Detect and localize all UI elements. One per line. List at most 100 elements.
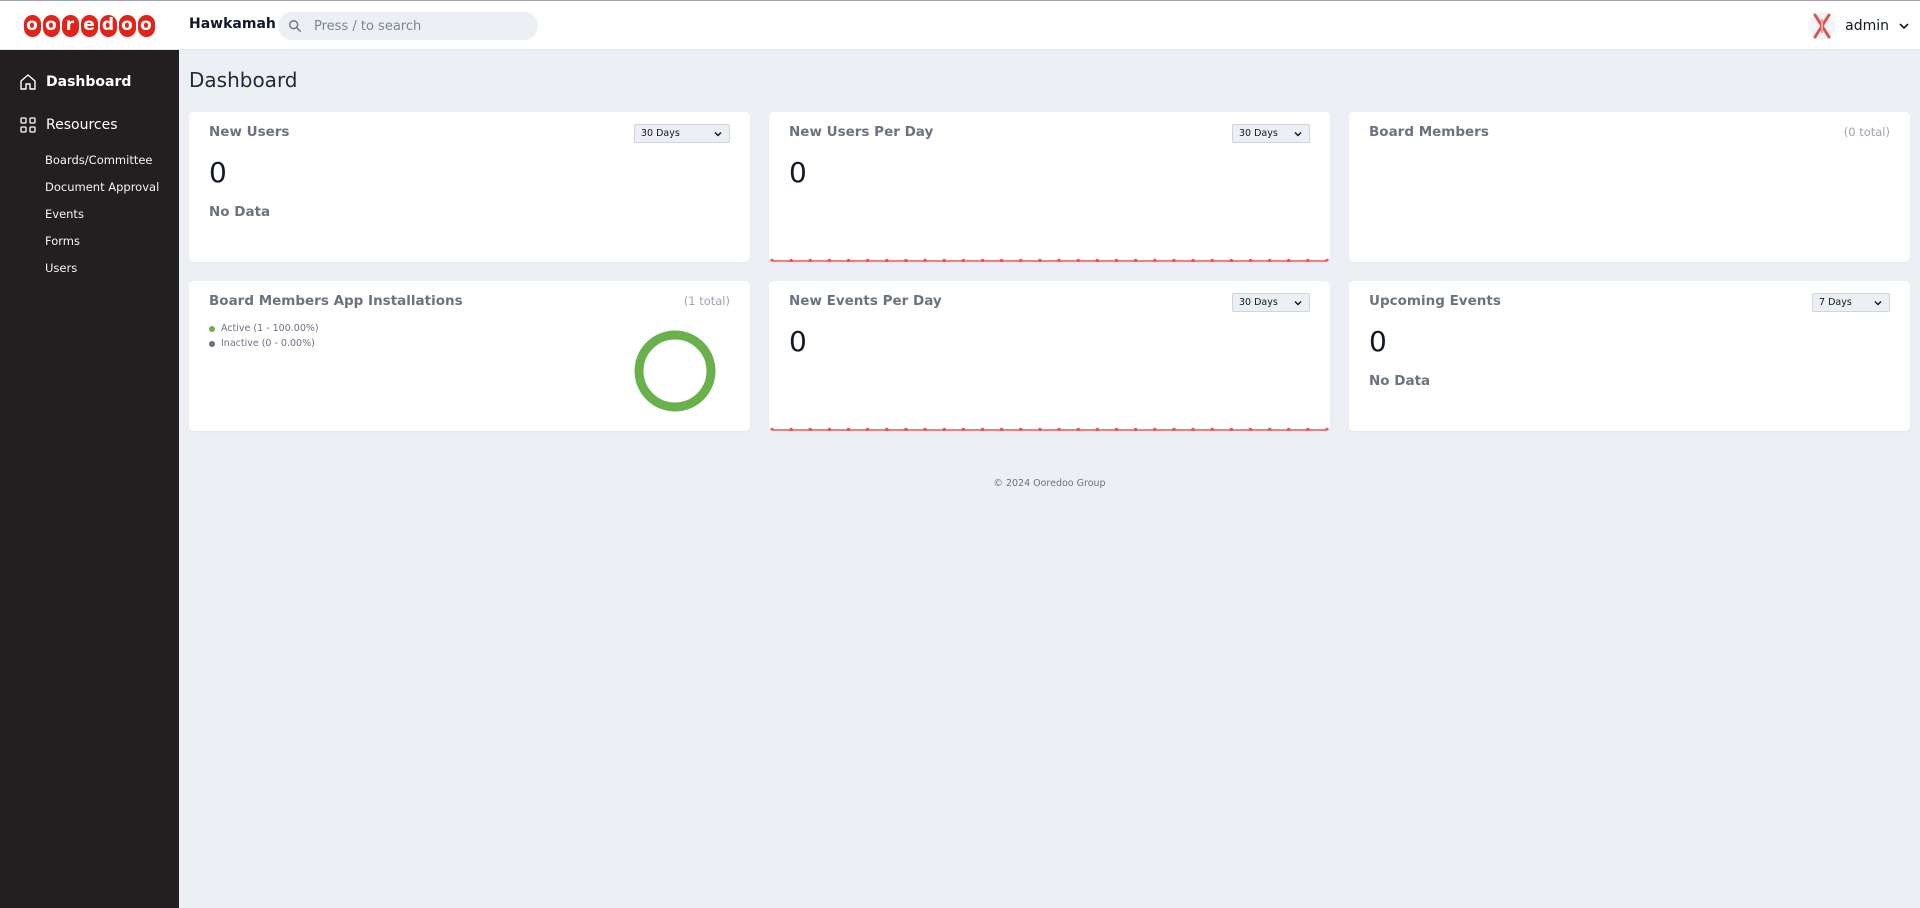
ooredoo-logo[interactable]: ooredoo xyxy=(0,1,178,51)
sparkline-point xyxy=(1210,427,1214,431)
logo-letter: o xyxy=(137,15,155,37)
sidebar-item-label: Dashboard xyxy=(46,74,132,90)
sidebar-item-resources[interactable]: Resources xyxy=(0,113,118,137)
top-bar: ooredoo Hawkamah admin xyxy=(0,0,1920,50)
card-app-installations: Board Members App Installations (1 total… xyxy=(189,281,750,431)
sparkline-point xyxy=(1133,427,1138,431)
sparkline-point xyxy=(865,258,870,262)
logo-letter: o xyxy=(118,15,136,37)
sparkline-point xyxy=(1152,427,1157,431)
footer-copyright: © 2024 Ooredoo Group xyxy=(993,478,1106,489)
total-count: (1 total) xyxy=(683,294,730,308)
sparkline-point xyxy=(1114,427,1119,431)
home-icon xyxy=(20,74,36,90)
range-value: 30 Days xyxy=(641,128,680,139)
card-title: Upcoming Events xyxy=(1369,293,1501,309)
sparkline-point xyxy=(1095,427,1100,431)
sparkline-point xyxy=(827,427,832,431)
logo-letter: d xyxy=(99,15,117,37)
sparkline-point xyxy=(904,427,908,431)
card-upcoming-events: Upcoming Events 7 Days 0 No Data xyxy=(1349,281,1910,431)
legend-item-inactive[interactable]: Inactive (0 - 0.00%) xyxy=(209,336,319,351)
chevron-down-icon xyxy=(1874,300,1882,306)
logo-letter: o xyxy=(23,15,41,37)
sparkline-point xyxy=(1114,258,1119,262)
card-title: New Users xyxy=(209,124,290,140)
metric-value: 0 xyxy=(789,156,807,189)
range-select[interactable]: 30 Days xyxy=(1232,293,1310,312)
sparkline-point xyxy=(999,427,1004,431)
donut-slice-active[interactable] xyxy=(634,330,716,412)
logo-letter: r xyxy=(61,15,79,37)
sidebar-item-dashboard[interactable]: Dashboard xyxy=(0,70,131,94)
search-input[interactable] xyxy=(314,18,514,34)
avatar-icon xyxy=(1813,13,1831,39)
sidebar-item-document-approval[interactable]: Document Approval xyxy=(45,180,159,194)
sparkline-point xyxy=(885,258,889,262)
chevron-down-icon xyxy=(714,131,722,137)
sidebar-item-users[interactable]: Users xyxy=(45,261,77,275)
chevron-down-icon xyxy=(1294,131,1302,137)
sparkline-point xyxy=(961,427,966,431)
sparkline-point xyxy=(1038,427,1042,431)
sparkline-point xyxy=(1286,427,1291,431)
sparkline-point xyxy=(1076,427,1081,431)
no-data-label: No Data xyxy=(1369,373,1431,389)
sparkline-point xyxy=(885,427,889,431)
card-title: New Users Per Day xyxy=(789,124,934,140)
page-title: Dashboard xyxy=(189,68,298,92)
card-new-events-per-day: New Events Per Day 30 Days 0 xyxy=(769,281,1330,431)
sparkline-chart xyxy=(769,427,1330,431)
sparkline-point xyxy=(1267,258,1272,262)
search-box[interactable] xyxy=(278,12,538,40)
sparkline-point xyxy=(1267,427,1272,431)
range-value: 7 Days xyxy=(1819,297,1852,308)
sparkline-point xyxy=(827,258,832,262)
sparkline-point xyxy=(1306,258,1310,262)
legend-label: Active (1 - 100.00%) xyxy=(221,323,319,334)
card-board-members: Board Members (0 total) xyxy=(1349,112,1910,262)
chevron-down-icon xyxy=(1294,300,1302,306)
sparkline-point xyxy=(1172,258,1176,262)
avatar xyxy=(1808,12,1837,40)
sparkline-point xyxy=(789,258,793,262)
card-title: New Events Per Day xyxy=(789,293,942,309)
range-select[interactable]: 7 Days xyxy=(1812,293,1890,312)
donut-chart xyxy=(634,330,716,412)
sparkline-chart xyxy=(769,258,1330,262)
sparkline-point xyxy=(846,258,851,262)
legend-item-active[interactable]: Active (1 - 100.00%) xyxy=(209,321,319,336)
sidebar-item-label: Resources xyxy=(46,117,118,133)
app-name: Hawkamah xyxy=(189,16,276,32)
sparkline-point xyxy=(1076,258,1081,262)
card-new-users: New Users 30 Days 0 No Data xyxy=(189,112,750,262)
sidebar-item-boards-committee[interactable]: Boards/Committee xyxy=(45,153,153,167)
user-name: admin xyxy=(1845,18,1889,34)
sparkline-point xyxy=(1191,258,1195,262)
sparkline-point xyxy=(770,427,774,431)
card-title: Board Members App Installations xyxy=(209,293,463,309)
legend-dot xyxy=(209,340,215,347)
sparkline-point xyxy=(1038,258,1042,262)
total-count: (0 total) xyxy=(1843,125,1890,139)
sparkline-point xyxy=(904,258,908,262)
logo-wordmark: ooredoo xyxy=(23,15,155,37)
sparkline-point xyxy=(1018,427,1023,431)
sidebar: Dashboard Resources Boards/Committee Doc… xyxy=(0,50,179,908)
chart-legend: Active (1 - 100.00%) Inactive (0 - 0.00%… xyxy=(209,321,319,351)
range-select[interactable]: 30 Days xyxy=(1232,124,1310,143)
sparkline-point xyxy=(1133,258,1138,262)
range-select[interactable]: 30 Days xyxy=(634,124,730,143)
sparkline-point xyxy=(999,258,1004,262)
no-data-label: No Data xyxy=(209,204,271,220)
sparkline-point xyxy=(1229,427,1234,431)
metric-value: 0 xyxy=(789,325,807,358)
sparkline-point xyxy=(1057,427,1061,431)
sidebar-item-events[interactable]: Events xyxy=(45,207,84,221)
sidebar-item-forms[interactable]: Forms xyxy=(45,234,80,248)
sparkline-point xyxy=(789,427,793,431)
sparkline-point xyxy=(865,427,870,431)
user-menu[interactable]: admin xyxy=(1808,12,1910,40)
sparkline-point xyxy=(808,427,813,431)
legend-dot xyxy=(209,325,215,332)
